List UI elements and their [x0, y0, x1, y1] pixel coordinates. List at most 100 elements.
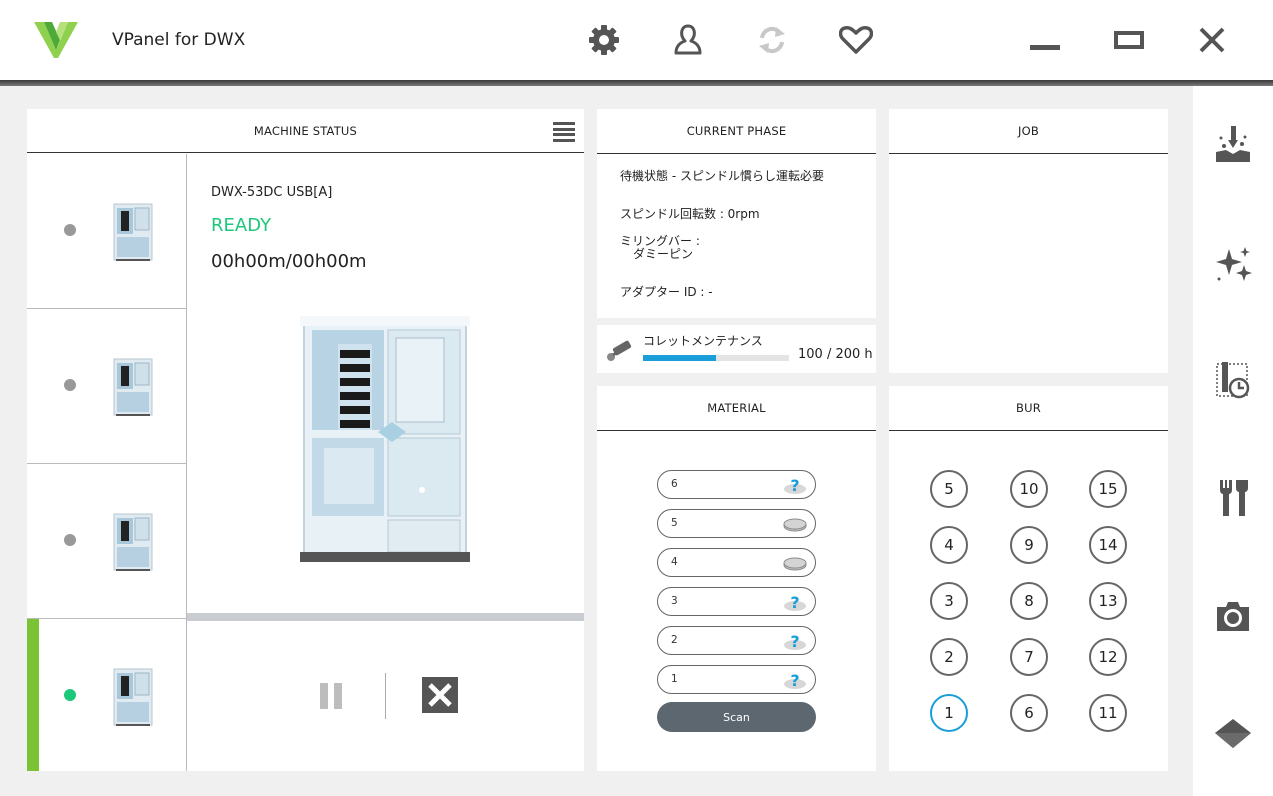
material-title: MATERIAL: [707, 401, 766, 415]
status-dot: [64, 224, 76, 236]
heart-icon[interactable]: [838, 20, 874, 60]
bur-slot[interactable]: 9: [1010, 526, 1048, 564]
job-title: JOB: [1018, 124, 1039, 138]
job-header: JOB: [889, 109, 1168, 154]
question-icon: ?: [783, 475, 807, 495]
cancel-job-button[interactable]: [422, 677, 458, 713]
svg-text:?: ?: [790, 671, 799, 690]
bur-slot[interactable]: 11: [1089, 694, 1127, 732]
machine-list: [27, 154, 187, 771]
sparkle-icon[interactable]: [1213, 244, 1253, 284]
machine-thumbnail-icon: [113, 358, 153, 416]
pause-button[interactable]: [318, 683, 346, 711]
milling-icon[interactable]: [1213, 124, 1253, 164]
machine-thumbnail-icon: [113, 513, 153, 571]
bur-slot[interactable]: 15: [1089, 470, 1127, 508]
current-phase-panel: CURRENT PHASE 待機状態 - スピンドル慣らし運転必要 スピンドル回…: [597, 109, 876, 318]
job-panel: JOB: [889, 109, 1168, 373]
job-progress-strip: [187, 613, 584, 621]
machine-list-item[interactable]: [27, 464, 187, 619]
disc-icon: [783, 514, 807, 534]
gear-icon[interactable]: [586, 20, 622, 60]
machine-time: 00h00m/00h00m: [211, 251, 367, 272]
bur-slot[interactable]: 12: [1089, 638, 1127, 676]
material-slot[interactable]: 3?: [657, 587, 816, 616]
material-slot-number: 3: [671, 595, 678, 607]
collet-maintenance-label: コレットメンテナンス: [643, 334, 763, 348]
adapter-id-text: アダプター ID : -: [620, 285, 713, 299]
svg-text:?: ?: [790, 632, 799, 651]
bur-schedule-icon[interactable]: [1213, 360, 1253, 400]
menu-icon[interactable]: [553, 122, 575, 142]
machine-status-title: MACHINE STATUS: [253, 123, 358, 138]
bur-slot[interactable]: 5: [930, 470, 968, 508]
bur-slot[interactable]: 2: [930, 638, 968, 676]
bur-slot[interactable]: 1: [930, 694, 968, 732]
collet-hours: 100 / 200 h: [798, 347, 873, 362]
current-phase-header: CURRENT PHASE: [597, 109, 876, 154]
material-slot-number: 2: [671, 634, 678, 646]
machine-status-header: MACHINE STATUS: [27, 109, 584, 153]
machine-status-panel: MACHINE STATUS DWX-53DC USB[A] READY 00h…: [27, 109, 584, 771]
bur-title: BUR: [1016, 401, 1041, 415]
bur-slot[interactable]: 7: [1010, 638, 1048, 676]
bur-slot[interactable]: 13: [1089, 582, 1127, 620]
material-panel: MATERIAL 6? 5 4 3? 2? 1? Scan: [597, 386, 876, 771]
title-bar: VPanel for DWX: [0, 0, 1273, 80]
spindle-speed-text: スピンドル回転数 : 0rpm: [620, 207, 760, 221]
question-icon: ?: [783, 592, 807, 612]
scan-button[interactable]: Scan: [657, 702, 816, 732]
app-title: VPanel for DWX: [112, 30, 246, 50]
svg-text:?: ?: [790, 476, 799, 495]
material-slot[interactable]: 5: [657, 509, 816, 538]
question-icon: ?: [783, 631, 807, 651]
minimize-icon[interactable]: [1025, 20, 1065, 60]
material-slot-number: 1: [671, 673, 678, 685]
machine-image: [300, 316, 470, 562]
bur-slot[interactable]: 3: [930, 582, 968, 620]
disc-icon: [783, 553, 807, 573]
question-icon: ?: [783, 670, 807, 690]
material-slot[interactable]: 2?: [657, 626, 816, 655]
material-slot[interactable]: 1?: [657, 665, 816, 694]
bur-slot[interactable]: 6: [1010, 694, 1048, 732]
refresh-icon[interactable]: [754, 20, 790, 60]
diamond-icon[interactable]: [1213, 714, 1253, 754]
tools-icon[interactable]: [1213, 478, 1253, 518]
machine-list-item-selected[interactable]: [27, 619, 187, 771]
machine-state: READY: [211, 215, 272, 236]
machine-list-item[interactable]: [27, 309, 187, 464]
bur-slot[interactable]: 14: [1089, 526, 1127, 564]
collet-maintenance-panel[interactable]: コレットメンテナンス 100 / 200 h: [597, 325, 876, 373]
bur-slot[interactable]: 4: [930, 526, 968, 564]
milling-bar-value: ダミーピン: [633, 247, 694, 261]
material-slot[interactable]: 6?: [657, 470, 816, 499]
vpanel-logo-icon: [34, 22, 78, 58]
right-sidebar: [1193, 86, 1273, 796]
material-header: MATERIAL: [597, 386, 876, 431]
material-slot-number: 4: [671, 556, 678, 568]
material-slot[interactable]: 4: [657, 548, 816, 577]
machine-controls: [187, 621, 584, 771]
bur-slot[interactable]: 8: [1010, 582, 1048, 620]
status-dot: [64, 534, 76, 546]
material-slot-number: 5: [671, 517, 678, 529]
status-dot: [64, 379, 76, 391]
user-icon[interactable]: [670, 20, 706, 60]
current-phase-title: CURRENT PHASE: [686, 124, 787, 138]
status-dot: [64, 689, 76, 701]
collet-progress-fill: [643, 355, 716, 361]
material-slot-number: 6: [671, 478, 678, 490]
camera-icon[interactable]: [1213, 596, 1253, 636]
collet-icon: [607, 340, 632, 361]
title-bar-divider: [0, 80, 1273, 86]
machine-model-name: DWX-53DC USB[A]: [211, 185, 333, 200]
bur-panel: BUR 5 10 15 4 9 14 3 8 13 2 7 12 1 6 11: [889, 386, 1168, 771]
maximize-icon[interactable]: [1109, 20, 1149, 60]
controls-divider: [385, 673, 386, 719]
close-icon[interactable]: [1192, 20, 1232, 60]
machine-list-item[interactable]: [27, 154, 187, 309]
svg-text:?: ?: [790, 593, 799, 612]
bur-header: BUR: [889, 386, 1168, 431]
bur-slot[interactable]: 10: [1010, 470, 1048, 508]
